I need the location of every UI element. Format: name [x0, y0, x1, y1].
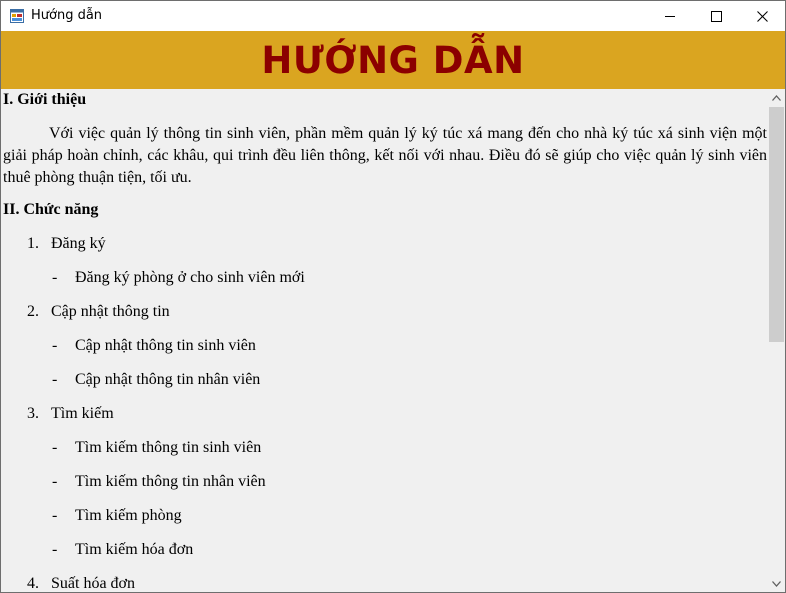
intro-paragraph: Với việc quản lý thông tin sinh viên, ph…: [3, 125, 767, 186]
scroll-up-button[interactable]: [768, 89, 785, 106]
feature-number: 3.: [27, 405, 39, 422]
minimize-button[interactable]: [647, 1, 693, 31]
feature-title-invoice: Suất hóa đơn: [51, 575, 136, 592]
scroll-thumb[interactable]: [769, 107, 784, 342]
banner-title: HƯỚNG DẪN: [261, 38, 525, 82]
feature-number: 2.: [27, 303, 39, 320]
list-item: Tìm kiếm phòng: [75, 507, 182, 524]
list-item: Tìm kiếm thông tin nhân viên: [75, 473, 266, 490]
feature-title-update: Cập nhật thông tin: [51, 303, 170, 320]
close-icon: [756, 10, 768, 22]
list-item: Tìm kiếm hóa đơn: [75, 541, 194, 558]
app-form-icon: [10, 9, 24, 23]
list-item: Tìm kiếm thông tin sinh viên: [75, 439, 262, 456]
features-heading: II. Chức năng: [3, 201, 99, 218]
list-dash: -: [52, 371, 58, 388]
guide-content: I. Giới thiệu Với việc quản lý thông tin…: [1, 89, 768, 592]
scroll-down-arrow-icon: [772, 580, 781, 587]
minimize-icon: [664, 15, 675, 17]
feature-number: 1.: [27, 235, 39, 252]
list-dash: -: [52, 439, 58, 456]
feature-title-search: Tìm kiếm: [51, 405, 114, 422]
list-item: Cập nhật thông tin nhân viên: [75, 371, 261, 388]
list-dash: -: [52, 337, 58, 354]
feature-number: 4.: [27, 575, 39, 592]
intro-heading: I. Giới thiệu: [3, 91, 87, 108]
close-button[interactable]: [739, 1, 785, 31]
scroll-up-arrow-icon: [772, 94, 781, 101]
list-dash: -: [52, 541, 58, 558]
vertical-scrollbar[interactable]: [768, 89, 785, 592]
title-bar[interactable]: Hướng dẫn: [1, 1, 785, 31]
list-item: Đăng ký phòng ở cho sinh viên mới: [75, 269, 305, 286]
list-dash: -: [52, 507, 58, 524]
list-item: Cập nhật thông tin sinh viên: [75, 337, 256, 354]
list-dash: -: [52, 473, 58, 490]
maximize-button[interactable]: [693, 1, 739, 31]
maximize-icon: [710, 10, 722, 22]
list-dash: -: [52, 269, 58, 286]
window-title: Hướng dẫn: [31, 8, 103, 23]
feature-title-register: Đăng ký: [51, 235, 106, 252]
header-banner: HƯỚNG DẪN: [1, 31, 785, 89]
scroll-down-button[interactable]: [768, 575, 785, 592]
guide-window: Hướng dẫn HƯỚNG DẪN I. Giới thiệu Với vi…: [0, 0, 786, 593]
